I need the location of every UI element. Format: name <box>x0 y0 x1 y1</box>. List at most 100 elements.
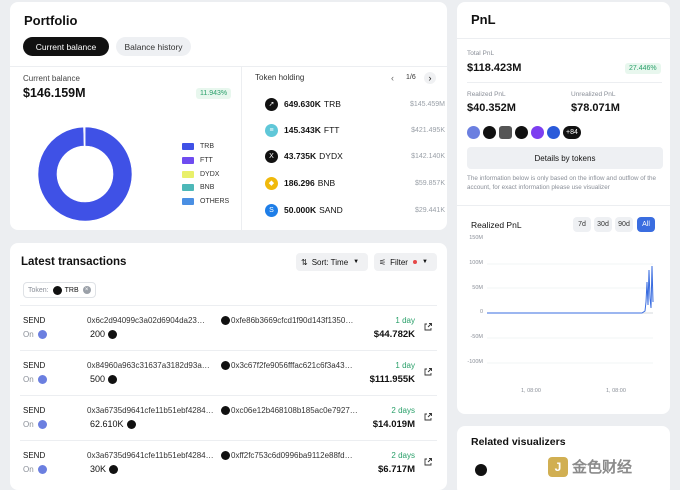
chip-prefix: Token: <box>28 286 49 294</box>
token-row[interactable]: ◆ 186.296 BNB $59.857K <box>265 175 445 191</box>
trb-icon[interactable] <box>475 464 487 476</box>
token-amount: 145.343K <box>284 125 321 135</box>
tx-type: SEND <box>23 316 46 325</box>
arrow-right-icon <box>221 451 230 460</box>
eth-icon <box>37 465 47 474</box>
transactions-card: Latest transactions ⇅ Sort: Time ▼ ⚟ Fil… <box>10 243 447 490</box>
tx-amount-value: 62.610K <box>90 419 124 429</box>
legend-label: OTHERS <box>200 198 230 205</box>
trb-icon: ➚ <box>265 97 278 111</box>
sort-label: Sort: Time <box>311 257 349 267</box>
legend-swatch <box>182 184 194 191</box>
tx-from-address[interactable]: 0x3a6735d9641cfe11b51ebf4284… <box>87 406 214 415</box>
token-value: $142.140K <box>411 152 445 160</box>
token-amount: 43.735K <box>284 151 317 161</box>
legend-item: OTHERS <box>182 198 229 205</box>
tab-current-balance[interactable]: Current balance <box>23 37 109 56</box>
watermark-text: 金色财经 <box>572 459 633 476</box>
token-row[interactable]: ➚ 649.630K TRB $145.459M <box>265 96 445 112</box>
x-tick-label: 1, 08:00 <box>606 388 626 394</box>
eth-icon <box>37 330 47 339</box>
watermark-logo-icon: J <box>548 456 568 477</box>
tx-on-label: On <box>23 375 34 384</box>
tx-usd-value: $44.782K <box>373 329 415 340</box>
tx-chain: On <box>23 465 47 474</box>
token-symbol: SAND <box>319 205 343 215</box>
chip-token: TRB <box>64 286 79 294</box>
legend-item: TRB <box>182 143 214 150</box>
external-link-icon[interactable] <box>424 458 432 466</box>
pager-next-icon[interactable]: › <box>424 72 436 84</box>
legend-swatch <box>182 198 194 205</box>
tx-chain: On <box>23 375 47 384</box>
tx-to-address[interactable]: 0xfe86b3669cfcd1f90d143f1350… <box>231 316 353 325</box>
tx-amount: 62.610K <box>90 419 136 429</box>
tx-usd-value: $111.955K <box>369 374 415 385</box>
transactions-title: Latest transactions <box>21 256 127 268</box>
filter-icon: ⚟ <box>379 257 387 267</box>
arrow-right-icon <box>221 361 230 370</box>
bnb-icon: ◆ <box>265 176 278 190</box>
legend-item: FTT <box>182 157 213 164</box>
transaction-row[interactable]: SEND On 0x84960a963c31637a3182d93a… 500 0x3c… <box>10 351 447 396</box>
trb-icon <box>126 419 136 429</box>
legend-label: BNB <box>200 184 215 191</box>
tx-chain: On <box>23 420 47 429</box>
sand-icon: S <box>265 203 278 217</box>
tx-from-address[interactable]: 0x3a6735d9641cfe11b51ebf4284… <box>87 451 214 460</box>
filter-active-dot <box>412 260 417 264</box>
ftt-icon: ≡ <box>265 123 278 137</box>
tx-to-address[interactable]: 0xff2fc753c6d0996ba9112e88fd… <box>231 451 353 460</box>
tx-time: 1 day <box>395 316 415 325</box>
legend-label: DYDX <box>200 171 220 178</box>
token-row[interactable]: ≡ 145.343K FTT $421.495K <box>265 122 445 138</box>
divider <box>241 66 242 230</box>
token-value: $59.857K <box>415 179 445 187</box>
tx-on-label: On <box>23 420 34 429</box>
transaction-row[interactable]: SEND On 0x3a6735d9641cfe11b51ebf4284… 62.61… <box>10 396 447 441</box>
trb-icon <box>108 374 118 384</box>
token-row[interactable]: S 50.000K SAND $29.441K <box>265 202 445 218</box>
filter-button[interactable]: ⚟ Filter ▼ <box>374 253 437 271</box>
token-symbol: FTT <box>323 125 340 135</box>
chevron-down-icon: ▼ <box>421 259 428 265</box>
tab-balance-history[interactable]: Balance history <box>116 37 191 56</box>
dydx-icon: X <box>265 149 278 163</box>
portfolio-card: Portfolio Current balance Balance histor… <box>10 2 447 230</box>
tx-from-address[interactable]: 0x6c2d94099c3a02d6904da23… <box>87 316 205 325</box>
tx-usd-value: $6.717M <box>378 464 415 475</box>
tx-to-address[interactable]: 0xc06e12b468108b185ac0e7927… <box>231 406 358 415</box>
sort-button[interactable]: ⇅ Sort: Time ▼ <box>296 253 368 271</box>
external-link-icon[interactable] <box>424 323 432 331</box>
token-filter-chip[interactable]: Token: TRB × <box>23 282 96 298</box>
token-value: $29.441K <box>415 206 445 214</box>
tx-on-label: On <box>23 330 34 339</box>
sort-icon: ⇅ <box>301 257 308 267</box>
tx-usd-value: $14.019M <box>372 419 415 430</box>
token-symbol: TRB <box>323 99 341 109</box>
tx-from-address[interactable]: 0x84960a963c31637a3182d93a… <box>87 361 210 370</box>
realized-pnl-chart <box>487 263 654 364</box>
chevron-down-icon: ▼ <box>353 259 360 265</box>
tx-on-label: On <box>23 465 34 474</box>
arrow-right-icon <box>221 316 230 325</box>
token-amount: 649.630K <box>284 99 321 109</box>
legend-label: FTT <box>200 157 213 164</box>
transaction-row[interactable]: SEND On 0x3a6735d9641cfe11b51ebf4284… 30K 0x… <box>10 441 447 486</box>
transaction-row[interactable]: SEND On 0x6c2d94099c3a02d6904da23… 200 0xfe8… <box>10 306 447 351</box>
legend-swatch <box>182 157 194 164</box>
realized-pnl-line <box>487 265 654 314</box>
trb-icon <box>52 285 62 295</box>
close-icon[interactable]: × <box>82 286 91 294</box>
token-row[interactable]: X 43.735K DYDX $142.140K <box>265 148 445 164</box>
eth-icon <box>37 375 47 384</box>
tx-time: 2 days <box>391 451 415 460</box>
external-link-icon[interactable] <box>424 413 432 421</box>
tx-chain: On <box>23 330 47 339</box>
watermark: J 金色财经 <box>548 456 632 477</box>
tx-to-address[interactable]: 0x3c67f2fe9056fffac621c6f3a43… <box>231 361 353 370</box>
legend-label: TRB <box>200 143 214 150</box>
external-link-icon[interactable] <box>424 368 432 376</box>
token-holding-label: Token holding <box>255 73 305 82</box>
pager-prev-icon[interactable]: ‹ <box>391 73 394 83</box>
